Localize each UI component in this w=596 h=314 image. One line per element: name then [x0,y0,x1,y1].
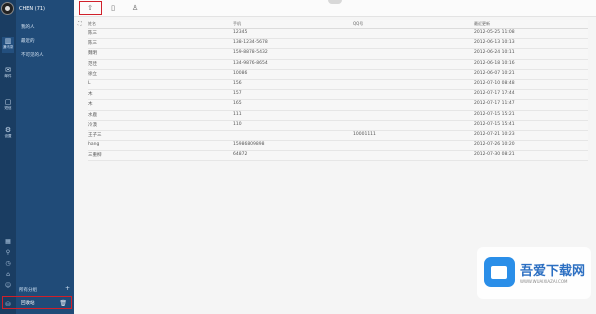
cell-phone: 15986809898 [233,142,265,148]
header-phone[interactable]: 手机 [233,21,241,27]
cell-name: 陈三 [88,41,97,47]
cell-name: 徐立 [88,71,97,77]
table-row[interactable]: 三重柳 64872 2012-07-30 08:21 [88,151,588,162]
watermark-title: 吾爱下载网 [520,264,586,279]
table-row[interactable]: 徐立 10086 2012-06-07 10:21 [88,70,588,80]
header-name[interactable]: 姓名 [88,21,96,27]
table-row[interactable]: 水鹿 111 2012-07-15 15:21 [88,111,588,121]
table-row[interactable]: 范佳 134-9876-8654 2012-06-18 10:16 [88,60,588,70]
watermark: 吾爱下载网 WWW.WUAIXIAZAI.COM [477,247,591,299]
table-row[interactable]: hang 15986809898 2012-07-26 10:20 [88,141,588,152]
cell-name: 水鹿 [88,112,97,118]
cell-qq: 10001111 [353,131,376,137]
search-icon[interactable]: ⚲ [4,249,12,256]
sms-nav[interactable]: ▢ 短信 [2,98,14,114]
recycle-bin-label: 回收站 [21,301,35,306]
trash-icon: 🗑 [59,300,67,307]
folder-item-hidden[interactable]: 不可见的人 [21,52,44,58]
cell-phone: 138-1234-5678 [233,40,268,46]
contacts-icon: ▥ [4,37,12,45]
table-row[interactable]: 冷漠 110 2012-07-15 15:41 [88,121,588,131]
cell-updated: 2012-07-10 08:48 [474,80,515,86]
cell-updated: 2012-06-24 10:11 [474,50,515,56]
cell-name: 王子三 [88,132,102,138]
home-icon[interactable]: ⌂ [4,271,12,278]
folder-item-recent[interactable]: 最近的 [21,38,35,44]
cell-phone: 134-9876-8654 [233,60,268,66]
table-row[interactable]: 木 165 2012-07-17 11:47 [88,100,588,111]
calendar-icon[interactable]: ▦ [4,238,12,245]
select-all-checkbox[interactable]: ⛶ [78,21,82,27]
cell-updated: 2012-06-18 10:16 [474,60,515,66]
table-row[interactable]: 木 157 2012-07-17 17:44 [88,90,588,101]
table-row[interactable]: 王子三 10001111 2012-07-21 10:23 [88,131,588,142]
cell-updated: 2012-07-21 10:23 [474,131,515,137]
cell-updated: 2012-06-07 10:21 [474,70,515,76]
contacts-nav[interactable]: ▥ 通讯录 [2,37,14,53]
cell-name: 冷漠 [88,122,97,128]
upload-icon[interactable]: ⇧ [85,3,95,13]
gear-icon: ⚙ [4,126,12,134]
clock-icon[interactable]: ◷ [4,260,12,267]
table-row[interactable]: 陈三 12345 2012-05-25 11:08 [88,29,588,40]
settings-nav[interactable]: ⚙ 设置 [2,126,14,142]
cell-name: 木 [88,102,93,108]
watermark-url: WWW.WUAIXIAZAI.COM [520,279,568,284]
cell-updated: 2012-07-17 11:47 [474,101,515,107]
cell-phone: 110 [233,121,242,127]
user-icon[interactable]: ☺ [4,282,12,289]
cell-name: 陈三 [88,31,97,36]
cell-phone: 159-8878-5432 [233,50,268,56]
cell-name: hang [88,142,100,148]
cell-updated: 2012-07-15 15:21 [474,111,515,117]
cell-updated: 2012-07-30 08:21 [474,152,515,158]
icon-rail: ▥ 通讯录 ✉ 邮件 ▢ 短信 ⚙ 设置 ▦ ⚲ ◷ ⌂ ☺ ⛁ [0,0,16,314]
person-icon[interactable]: ♙ [130,3,140,13]
table-row[interactable]: L 156 2012-07-10 08:48 [88,80,588,91]
cell-phone: 12345 [233,30,248,35]
table-header: ⛶ 姓名 手机 QQ号 最近更新 [78,20,588,29]
settings-label: 设置 [4,134,12,138]
add-group-icon[interactable]: + [65,285,70,292]
header-updated[interactable]: 最近更新 [474,21,490,27]
cell-name: 范佳 [88,61,97,67]
cell-name: L [88,80,91,86]
cell-name: 魏明 [88,51,97,57]
cell-updated: 2012-05-25 11:08 [474,30,515,35]
account-name: CHEN (71) [19,6,46,12]
delete-icon[interactable]: ▯ [108,3,118,13]
cell-phone: 111 [233,111,242,117]
folder-panel: CHEN (71) 我的人 最近的 不可见的人 所有分组 + [16,0,74,314]
all-groups-label[interactable]: 所有分组 [19,287,37,293]
avatar[interactable] [1,2,14,15]
cell-updated: 2012-07-26 10:20 [474,142,515,148]
watermark-logo-icon [484,257,515,287]
table-row[interactable]: 陈三 138-1234-5678 2012-06-13 10:13 [88,39,588,50]
table-row[interactable]: 魏明 159-8878-5432 2012-06-24 10:11 [88,49,588,60]
mail-label: 邮件 [4,74,12,78]
cell-phone: 157 [233,91,242,97]
cell-updated: 2012-07-15 15:41 [474,121,515,127]
cell-phone: 10086 [233,70,248,76]
cell-updated: 2012-07-17 17:44 [474,91,515,97]
header-qq[interactable]: QQ号 [353,21,363,27]
contacts-label: 通讯录 [2,45,14,49]
cell-name: 三重柳 [88,153,102,159]
folder-item-mine[interactable]: 我的人 [21,24,35,30]
cell-phone: 156 [233,80,242,86]
mail-nav[interactable]: ✉ 邮件 [2,66,14,82]
cell-phone: 64872 [233,152,248,158]
sms-icon: ▢ [4,98,12,106]
top-handle [328,0,342,4]
mail-icon: ✉ [5,66,11,74]
contacts-table: ⛶ 姓名 手机 QQ号 最近更新 陈三 12345 2012-05-25 11:08… [78,20,588,162]
cell-updated: 2012-06-13 10:13 [474,40,515,46]
cell-name: 木 [88,92,93,98]
cell-phone: 165 [233,101,242,107]
sms-label: 短信 [4,106,12,110]
